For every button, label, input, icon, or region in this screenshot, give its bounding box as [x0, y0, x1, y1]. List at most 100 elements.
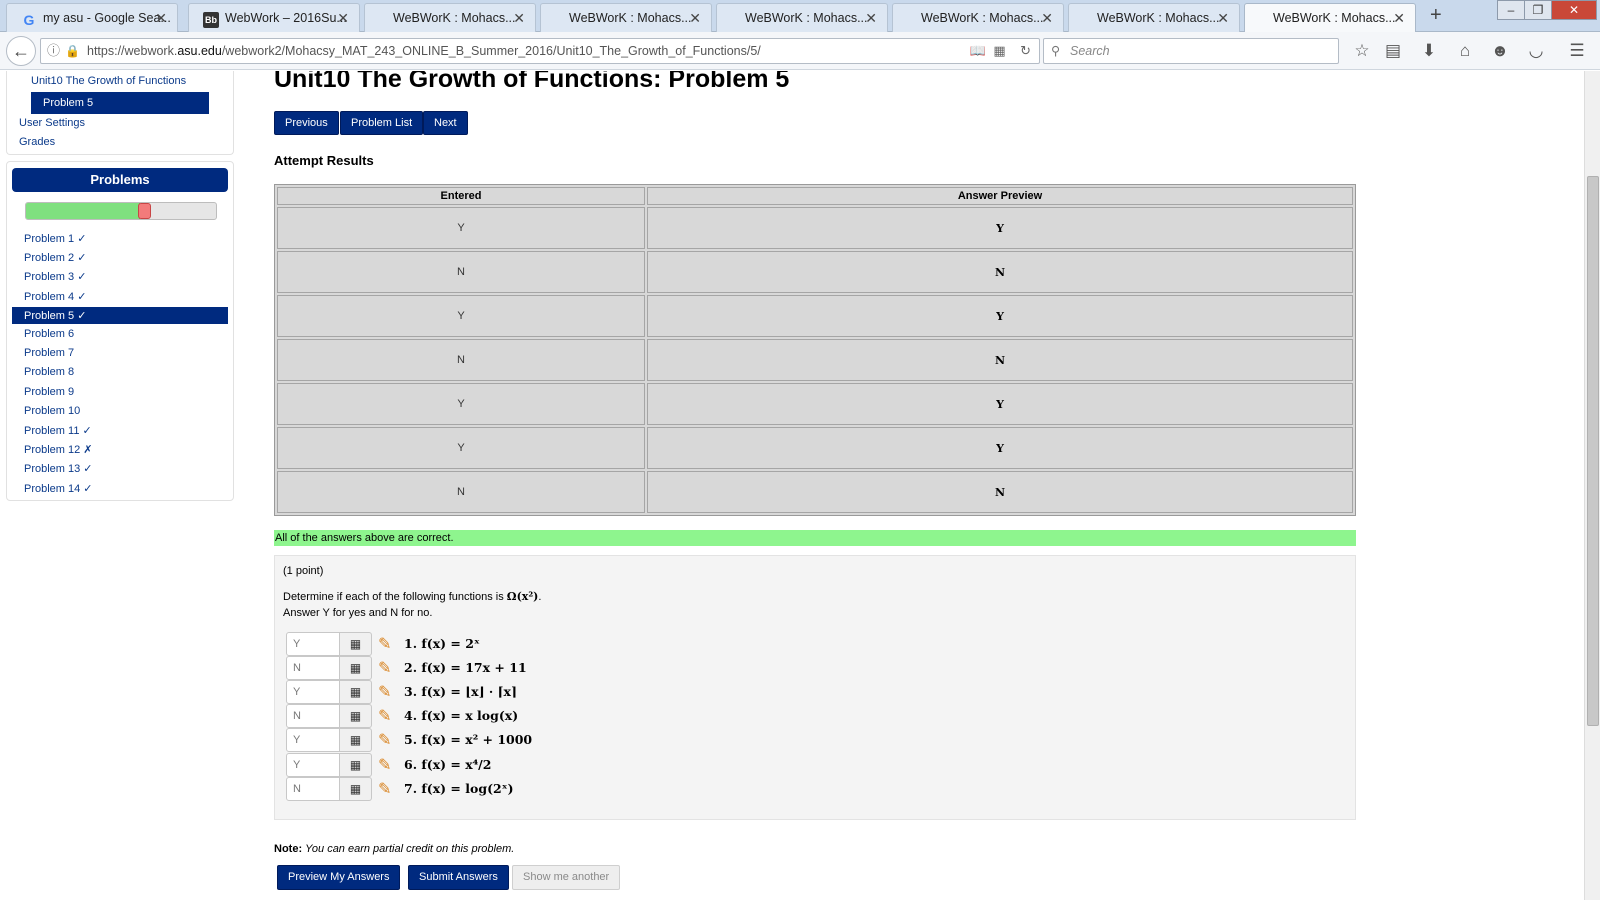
browser-tab[interactable]: WeBWorK : Mohacs... ✕ [716, 3, 888, 32]
table-row: YY [277, 295, 1353, 337]
answer-row: Y ▦ ✎ 6. f(x) = x⁴/2 [286, 752, 886, 777]
browser-tab[interactable]: Gmy asu - Google Sea... ✕ [6, 3, 178, 32]
extension-icon[interactable]: ▦ [993, 43, 1005, 58]
bookmark-star-icon[interactable]: ☆ [1351, 40, 1373, 62]
reading-list-icon[interactable]: ▤ [1382, 40, 1404, 62]
menu-icon[interactable]: ☰ [1566, 40, 1588, 62]
browser-tab[interactable]: WeBWorK : Mohacs... ✕ [364, 3, 536, 32]
new-tab-button[interactable]: + [1430, 4, 1442, 27]
equation-editor-icon[interactable]: ▦ [340, 680, 372, 705]
close-tab-icon[interactable]: ✕ [865, 10, 877, 27]
minimize-button[interactable]: – [1497, 0, 1525, 20]
maximize-button[interactable]: ❐ [1524, 0, 1552, 20]
sidebar-problem-item[interactable]: Problem 4 ✓ [12, 288, 228, 305]
pencil-icon[interactable]: ✎ [378, 730, 391, 750]
correct-message: All of the answers above are correct. [274, 530, 1356, 546]
equation-editor-icon[interactable]: ▦ [340, 752, 372, 777]
google-icon: G [23, 12, 35, 28]
table-row: NN [277, 339, 1353, 381]
sidebar-link-current-problem[interactable]: Problem 5 [31, 92, 209, 114]
previous-button[interactable]: Previous [274, 111, 339, 135]
entered-cell: Y [277, 295, 645, 337]
close-window-button[interactable]: ✕ [1551, 0, 1597, 20]
close-tab-icon[interactable]: ✕ [1041, 10, 1053, 27]
pencil-icon[interactable]: ✎ [378, 755, 391, 775]
equation-editor-icon[interactable]: ▦ [340, 728, 372, 753]
answer-input[interactable]: Y [286, 728, 340, 753]
sidebar-link-grades[interactable]: Grades [19, 136, 55, 148]
preview-answers-button[interactable]: Preview My Answers [277, 865, 401, 890]
search-input[interactable]: ⚲ Search [1043, 38, 1339, 64]
sidebar-problem-item[interactable]: Problem 13 ✓ [12, 460, 228, 477]
sidebar-link-user-settings[interactable]: User Settings [19, 117, 85, 129]
sidebar-problem-item[interactable]: Problem 8 [12, 364, 228, 381]
url-bar[interactable]: ⓘ 🔒 https://webwork.asu.edu/webwork2/Moh… [40, 38, 1040, 64]
close-tab-icon[interactable]: ✕ [337, 10, 349, 27]
scrollbar-thumb[interactable] [1587, 176, 1599, 726]
pencil-icon[interactable]: ✎ [378, 779, 391, 799]
home-icon[interactable]: ⌂ [1454, 40, 1476, 62]
browser-tab[interactable]: WeBWorK : Mohacs... ✕ [540, 3, 712, 32]
close-tab-icon[interactable]: ✕ [1393, 10, 1405, 27]
reader-view-icon[interactable]: 📖 [970, 43, 986, 58]
sidebar-problem-item[interactable]: Problem 11 ✓ [12, 422, 228, 439]
entered-cell: N [277, 339, 645, 381]
instruction-prefix: Determine if each of the following funct… [283, 591, 507, 603]
browser-tab[interactable]: WeBWorK : Mohacs... ✕ [1068, 3, 1240, 32]
close-tab-icon[interactable]: ✕ [689, 10, 701, 27]
browser-tab[interactable]: WeBWorK : Mohacs... ✕ [1244, 3, 1416, 33]
answer-input[interactable]: Y [286, 752, 340, 777]
sidebar-problem-item[interactable]: Problem 14 ✓ [12, 480, 228, 497]
close-tab-icon[interactable]: ✕ [513, 10, 525, 27]
problem-points: (1 point) [283, 565, 324, 577]
pencil-icon[interactable]: ✎ [378, 682, 391, 702]
download-icon[interactable]: ⬇ [1418, 40, 1440, 62]
answer-row: N ▦ ✎ 2. f(x) = 17x + 11 [286, 656, 886, 681]
equation-editor-icon[interactable]: ▦ [340, 632, 372, 656]
answer-input[interactable]: Y [286, 680, 340, 705]
answer-input[interactable]: N [286, 704, 340, 729]
sidebar-problem-item[interactable]: Problem 3 ✓ [12, 268, 228, 285]
equation-editor-icon[interactable]: ▦ [340, 704, 372, 729]
sidebar-links: Unit10 The Growth of Functions Problem 5… [6, 71, 234, 155]
tab-title: WeBWorK : Mohacs... [745, 11, 868, 25]
chat-icon[interactable]: ☻ [1489, 40, 1511, 62]
sidebar-problem-item[interactable]: Problem 7 [12, 345, 228, 362]
header-entered: Entered [277, 187, 645, 205]
sidebar-problem-item[interactable]: Problem 1 ✓ [12, 230, 228, 247]
show-another-button[interactable]: Show me another [512, 865, 621, 890]
browser-tab[interactable]: Bb WebWork – 2016Su... ✕ [188, 3, 360, 32]
tab-title: WeBWorK : Mohacs... [569, 11, 692, 25]
problem-list-button[interactable]: Problem List [340, 111, 424, 135]
partial-credit-note: Note: You can earn partial credit on thi… [274, 843, 514, 855]
equation-editor-icon[interactable]: ▦ [340, 776, 372, 801]
equation-editor-icon[interactable]: ▦ [340, 656, 372, 681]
progress-bar [25, 202, 217, 220]
submit-answers-button[interactable]: Submit Answers [408, 865, 509, 890]
sidebar-problem-item[interactable]: Problem 12 ✗ [12, 441, 228, 458]
answer-label: 4. f(x) = x log(x) [404, 708, 519, 724]
close-tab-icon[interactable]: ✕ [1217, 10, 1229, 27]
answer-label: 6. f(x) = x⁴/2 [404, 756, 492, 772]
sidebar-problem-item[interactable]: Problem 2 ✓ [12, 249, 228, 266]
sidebar-problem-item[interactable]: Problem 9 [12, 384, 228, 401]
pencil-icon[interactable]: ✎ [378, 706, 391, 726]
pencil-icon[interactable]: ✎ [378, 658, 391, 678]
sidebar-link-unit[interactable]: Unit10 The Growth of Functions [31, 75, 186, 87]
next-button[interactable]: Next [423, 111, 468, 135]
sidebar-problem-item[interactable]: Problem 10 [12, 403, 228, 420]
pocket-icon[interactable]: ◡ [1525, 40, 1547, 62]
sidebar-problem-item[interactable]: Problem 5 ✓ [12, 306, 228, 324]
page-scrollbar[interactable] [1584, 71, 1600, 900]
answer-input[interactable]: Y [286, 632, 340, 656]
answer-input[interactable]: N [286, 656, 340, 681]
reload-icon[interactable]: ↻ [1020, 43, 1031, 58]
back-button[interactable]: ← [6, 36, 36, 66]
answer-row: N ▦ ✎ 4. f(x) = x log(x) [286, 704, 886, 729]
sidebar-problem-item[interactable]: Problem 6 [12, 326, 228, 343]
close-tab-icon[interactable]: ✕ [155, 10, 167, 27]
answer-input[interactable]: N [286, 776, 340, 801]
pencil-icon[interactable]: ✎ [378, 634, 391, 654]
browser-tab[interactable]: WeBWorK : Mohacs... ✕ [892, 3, 1064, 32]
info-icon[interactable]: ⓘ [47, 39, 60, 63]
